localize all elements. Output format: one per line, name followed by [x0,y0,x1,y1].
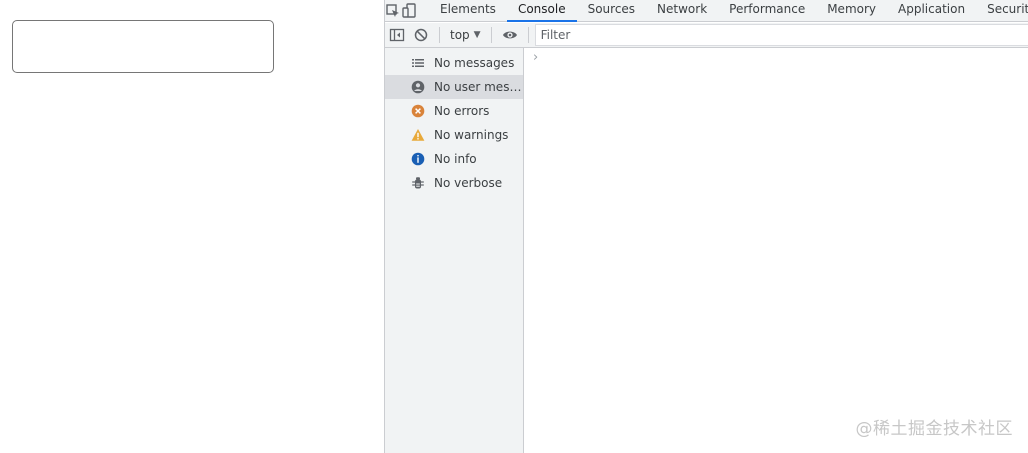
sidebar-item-warnings[interactable]: No warnings [385,123,523,147]
console-output-area[interactable]: › @稀土掘金技术社区 [525,48,1028,453]
inspect-element-button[interactable] [385,0,401,21]
execution-context-value: top [450,28,470,42]
execution-context-select[interactable]: top ▼ [446,25,485,45]
console-sidebar: No messages No user messa… [385,48,524,453]
console-prompt-caret: › [533,50,539,65]
sidebar-item-info[interactable]: No info [385,147,523,171]
sidebar-item-label: No verbose [434,176,503,190]
list-icon [411,56,425,70]
sidebar-item-label: No user messa… [434,80,523,94]
bug-icon [411,176,425,190]
tab-memory[interactable]: Memory [816,0,887,21]
screen: Elements Console Sources Network Perform… [0,0,1028,453]
tab-security[interactable]: Security [976,0,1028,21]
tab-sources[interactable]: Sources [577,0,646,21]
toolbar-divider [490,27,492,43]
toolbar-divider [439,27,440,43]
device-toolbar-button[interactable] [401,0,417,21]
show-sidebar-button[interactable] [385,25,409,46]
sidebar-toggle-icon [389,28,405,42]
sidebar-item-user-messages[interactable]: No user messa… [385,75,523,99]
sidebar-item-label: No info [434,152,477,166]
error-icon [411,104,425,118]
sidebar-item-errors[interactable]: No errors [385,99,523,123]
sidebar-item-verbose[interactable]: No verbose [385,171,523,195]
watermark-text: @稀土掘金技术社区 [855,419,1013,439]
info-icon [411,152,425,166]
device-mobile-icon [402,2,416,18]
eye-icon [502,31,517,39]
user-icon [411,80,425,94]
tab-console[interactable]: Console [506,0,577,22]
clear-console-button[interactable] [409,25,433,46]
sidebar-item-label: No messages [434,56,515,70]
console-toolbar: top ▼ [385,23,1028,48]
tab-elements[interactable]: Elements [429,0,507,21]
toolbar-divider [527,27,529,43]
live-expression-button[interactable] [498,25,522,46]
inspect-cursor-icon [386,3,399,17]
page-text-input[interactable] [12,20,274,73]
tab-performance[interactable]: Performance [718,0,816,21]
clear-block-icon [414,28,428,42]
sidebar-item-label: No errors [434,104,490,118]
warning-icon [411,128,425,142]
tab-network[interactable]: Network [646,0,718,21]
dropdown-arrow-icon: ▼ [473,30,481,40]
filter-input[interactable] [534,24,1028,46]
web-page-viewport [0,0,384,453]
tab-application[interactable]: Application [887,0,976,21]
sidebar-item-messages[interactable]: No messages [385,51,523,75]
devtools-tabbar: Elements Console Sources Network Perform… [385,0,1028,22]
devtools-panel: Elements Console Sources Network Perform… [384,0,1028,453]
sidebar-item-label: No warnings [434,128,509,142]
